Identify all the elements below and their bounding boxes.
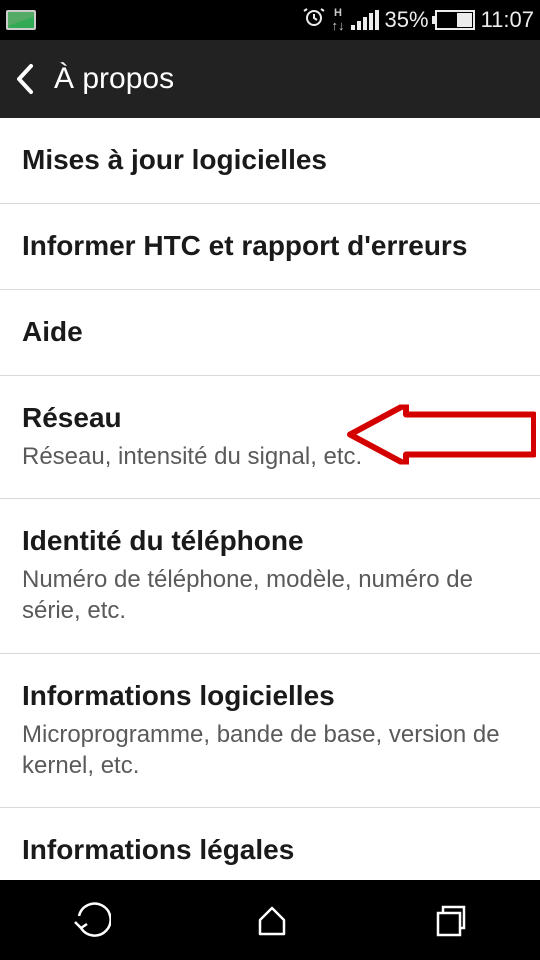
nav-back-icon[interactable]: [71, 902, 111, 938]
mobile-data-icon: H ↑↓: [332, 8, 345, 32]
item-software-updates[interactable]: Mises à jour logicielles: [0, 118, 540, 204]
item-network[interactable]: Réseau Réseau, intensité du signal, etc.: [0, 376, 540, 499]
item-title: Informations logicielles: [22, 678, 518, 713]
item-title: Informer HTC et rapport d'erreurs: [22, 228, 518, 263]
item-subtitle: Microprogramme, bande de base, version d…: [22, 719, 518, 781]
item-title: Identité du téléphone: [22, 523, 518, 558]
battery-icon: [435, 10, 475, 30]
signal-icon: [351, 10, 379, 30]
item-htc-report[interactable]: Informer HTC et rapport d'erreurs: [0, 204, 540, 290]
page-title: À propos: [54, 62, 174, 96]
battery-percent: 35%: [385, 7, 429, 33]
system-nav-bar: [0, 880, 540, 960]
status-bar: H ↑↓ 35% 11:07: [0, 0, 540, 40]
item-subtitle: Numéro de téléphone, modèle, numéro de s…: [22, 564, 518, 626]
item-legal-info[interactable]: Informations légales: [0, 808, 540, 875]
item-title: Aide: [22, 314, 518, 349]
item-software-info[interactable]: Informations logicielles Microprogramme,…: [0, 654, 540, 808]
nav-home-icon[interactable]: [254, 902, 290, 938]
notification-image-icon: [6, 10, 36, 30]
item-phone-identity[interactable]: Identité du téléphone Numéro de téléphon…: [0, 499, 540, 653]
app-header: À propos: [0, 40, 540, 118]
arrow-annotation-icon: [346, 405, 536, 470]
item-help[interactable]: Aide: [0, 290, 540, 376]
nav-recent-icon[interactable]: [433, 902, 469, 938]
alarm-icon: [302, 5, 326, 35]
settings-list: Mises à jour logicielles Informer HTC et…: [0, 118, 540, 875]
clock: 11:07: [481, 7, 534, 33]
back-icon[interactable]: [14, 62, 36, 96]
item-title: Informations légales: [22, 832, 518, 867]
item-title: Mises à jour logicielles: [22, 142, 518, 177]
